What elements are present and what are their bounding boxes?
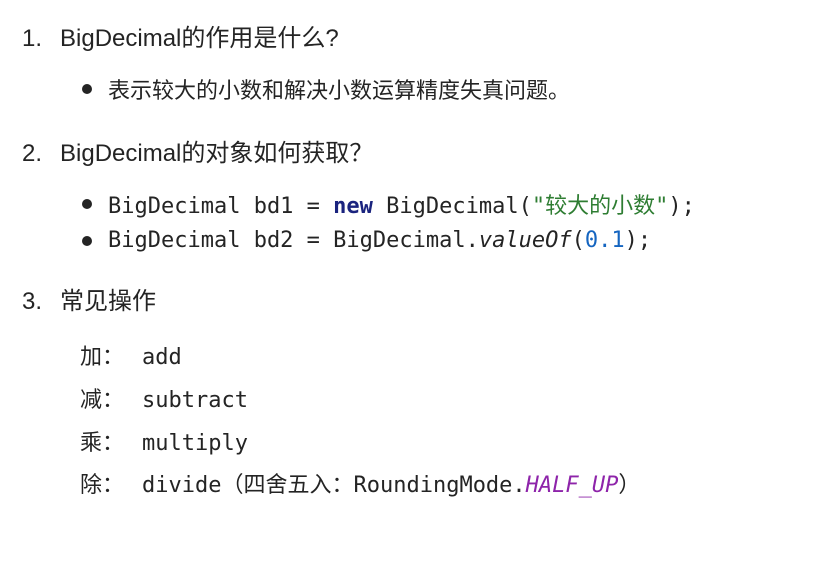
bullet-text: 表示较大的小数和解决小数运算精度失真问题。 bbox=[108, 73, 570, 105]
heading-3: 3. 常见操作 bbox=[22, 281, 814, 316]
bullet-2-2: BigDecimal bd2 = BigDecimal.valueOf(0.1)… bbox=[82, 228, 814, 253]
bullet-icon bbox=[82, 236, 92, 246]
op-name: add bbox=[142, 337, 182, 379]
code-keyword: new bbox=[333, 194, 373, 219]
code-text: BigDecimal bd1 = bbox=[108, 194, 333, 219]
list-item-3: 3. 常见操作 加： add 减： subtract 乘： multiply 除… bbox=[22, 281, 814, 507]
op-label: 加： bbox=[80, 336, 142, 378]
op-name: divide（四舍五入：RoundingMode.HALF_UP） bbox=[142, 465, 640, 507]
item-number: 1. bbox=[22, 25, 60, 53]
bullet-list-1: 表示较大的小数和解决小数运算精度失真问题。 bbox=[82, 73, 814, 105]
bullet-list-2: BigDecimal bd1 = new BigDecimal("较大的小数")… bbox=[82, 188, 814, 253]
code-method: valueOf bbox=[479, 228, 572, 253]
code-text: ); bbox=[668, 194, 695, 219]
heading-1: 1. BigDecimal的作用是什么? bbox=[22, 18, 814, 53]
code-number: 0.1 bbox=[585, 228, 625, 253]
code-text: BigDecimal( bbox=[373, 194, 532, 219]
code-text: ( bbox=[572, 228, 585, 253]
code-enum: HALF_UP bbox=[526, 473, 619, 498]
op-label: 减： bbox=[80, 379, 142, 421]
op-label: 除： bbox=[80, 464, 142, 506]
code-text: BigDecimal bd2 = BigDecimal. bbox=[108, 228, 479, 253]
operation-list: 加： add 减： subtract 乘： multiply 除： divide… bbox=[80, 336, 814, 507]
op-label: 乘： bbox=[80, 422, 142, 464]
code-text: （四舍五入：RoundingMode. bbox=[221, 473, 525, 498]
item-title: BigDecimal的对象如何获取？ bbox=[60, 133, 373, 168]
list-item-1: 1. BigDecimal的作用是什么? 表示较大的小数和解决小数运算精度失真问… bbox=[22, 18, 814, 105]
bullet-icon bbox=[82, 199, 92, 209]
bullet-icon bbox=[82, 84, 92, 94]
op-name: multiply bbox=[142, 423, 248, 465]
code-text: ); bbox=[625, 228, 652, 253]
item-number: 2. bbox=[22, 140, 60, 168]
code-line: BigDecimal bd1 = new BigDecimal("较大的小数")… bbox=[108, 188, 695, 220]
item-title: 常见操作 bbox=[60, 281, 156, 316]
op-multiply: 乘： multiply bbox=[80, 422, 814, 465]
bullet-2-1: BigDecimal bd1 = new BigDecimal("较大的小数")… bbox=[82, 188, 814, 220]
code-text: ） bbox=[618, 473, 640, 498]
item-title: BigDecimal的作用是什么? bbox=[60, 18, 339, 53]
code-text: divide bbox=[142, 473, 221, 498]
op-subtract: 减： subtract bbox=[80, 379, 814, 422]
list-item-2: 2. BigDecimal的对象如何获取？ BigDecimal bd1 = n… bbox=[22, 133, 814, 253]
item-number: 3. bbox=[22, 288, 60, 316]
code-line: BigDecimal bd2 = BigDecimal.valueOf(0.1)… bbox=[108, 228, 651, 253]
heading-2: 2. BigDecimal的对象如何获取？ bbox=[22, 133, 814, 168]
op-add: 加： add bbox=[80, 336, 814, 379]
op-name: subtract bbox=[142, 380, 248, 422]
op-divide: 除： divide（四舍五入：RoundingMode.HALF_UP） bbox=[80, 464, 814, 507]
bullet-1-1: 表示较大的小数和解决小数运算精度失真问题。 bbox=[82, 73, 814, 105]
code-string: "较大的小数" bbox=[532, 194, 669, 219]
